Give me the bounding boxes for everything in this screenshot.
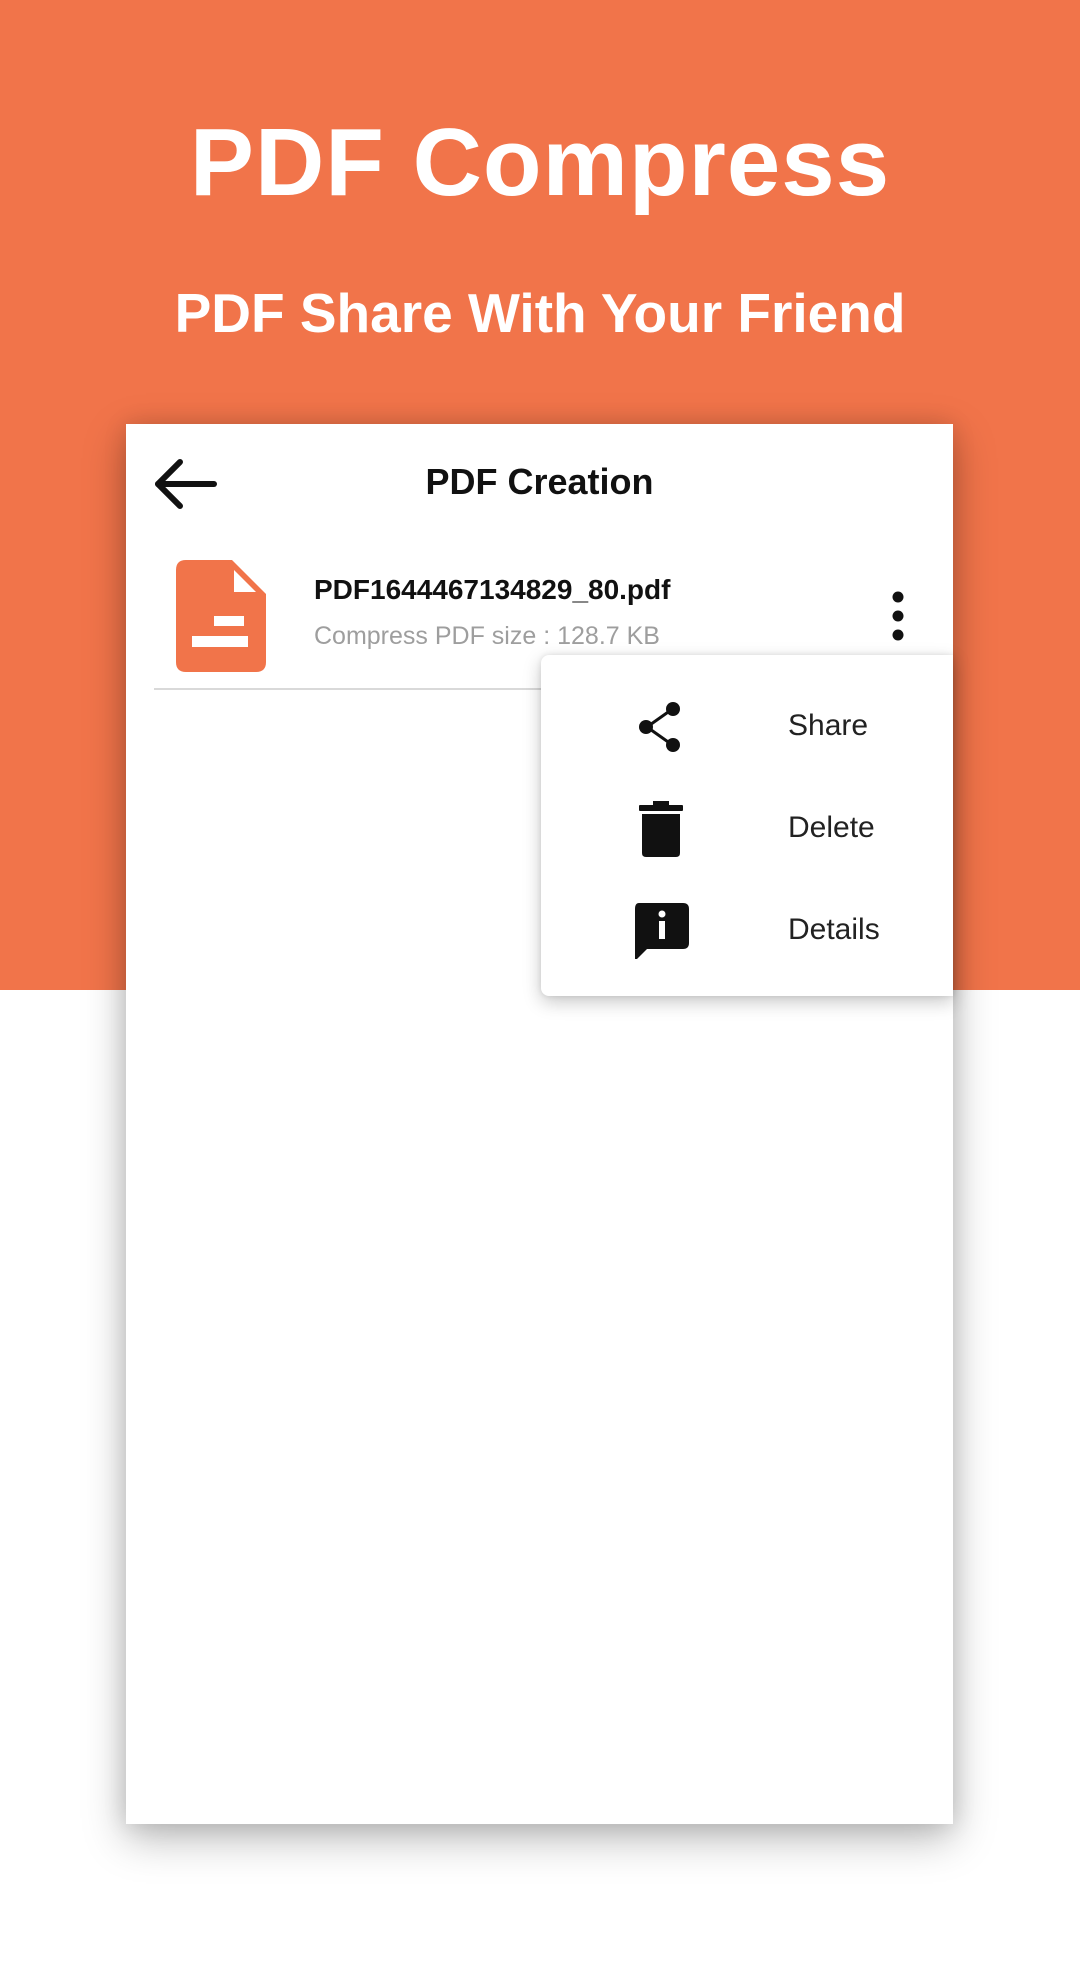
- more-vert-icon: [892, 591, 904, 641]
- app-screen: PDF Creation PDF1644467134829_80.pdf Com…: [126, 424, 953, 1824]
- share-icon: [639, 702, 680, 752]
- menu-item-label: Details: [788, 913, 880, 946]
- menu-item-delete[interactable]: Delete: [541, 777, 953, 879]
- menu-item-details[interactable]: Details: [541, 879, 953, 981]
- file-size: Compress PDF size : 128.7 KB: [314, 622, 660, 650]
- menu-item-label: Delete: [788, 811, 875, 844]
- info-icon: [635, 903, 689, 959]
- menu-item-share[interactable]: Share: [541, 675, 953, 777]
- file-name: PDF1644467134829_80.pdf: [314, 574, 671, 605]
- app-title: PDF Creation: [425, 461, 654, 502]
- popup-menu: Share Delete Details: [541, 655, 953, 996]
- menu-item-label: Share: [788, 709, 869, 742]
- pdf-file-icon: [176, 560, 266, 672]
- more-options-button[interactable]: [880, 590, 916, 642]
- trash-icon: [639, 801, 683, 857]
- promo-title: PDF Compress: [189, 109, 891, 216]
- promo-subtitle: PDF Share With Your Friend: [174, 282, 906, 344]
